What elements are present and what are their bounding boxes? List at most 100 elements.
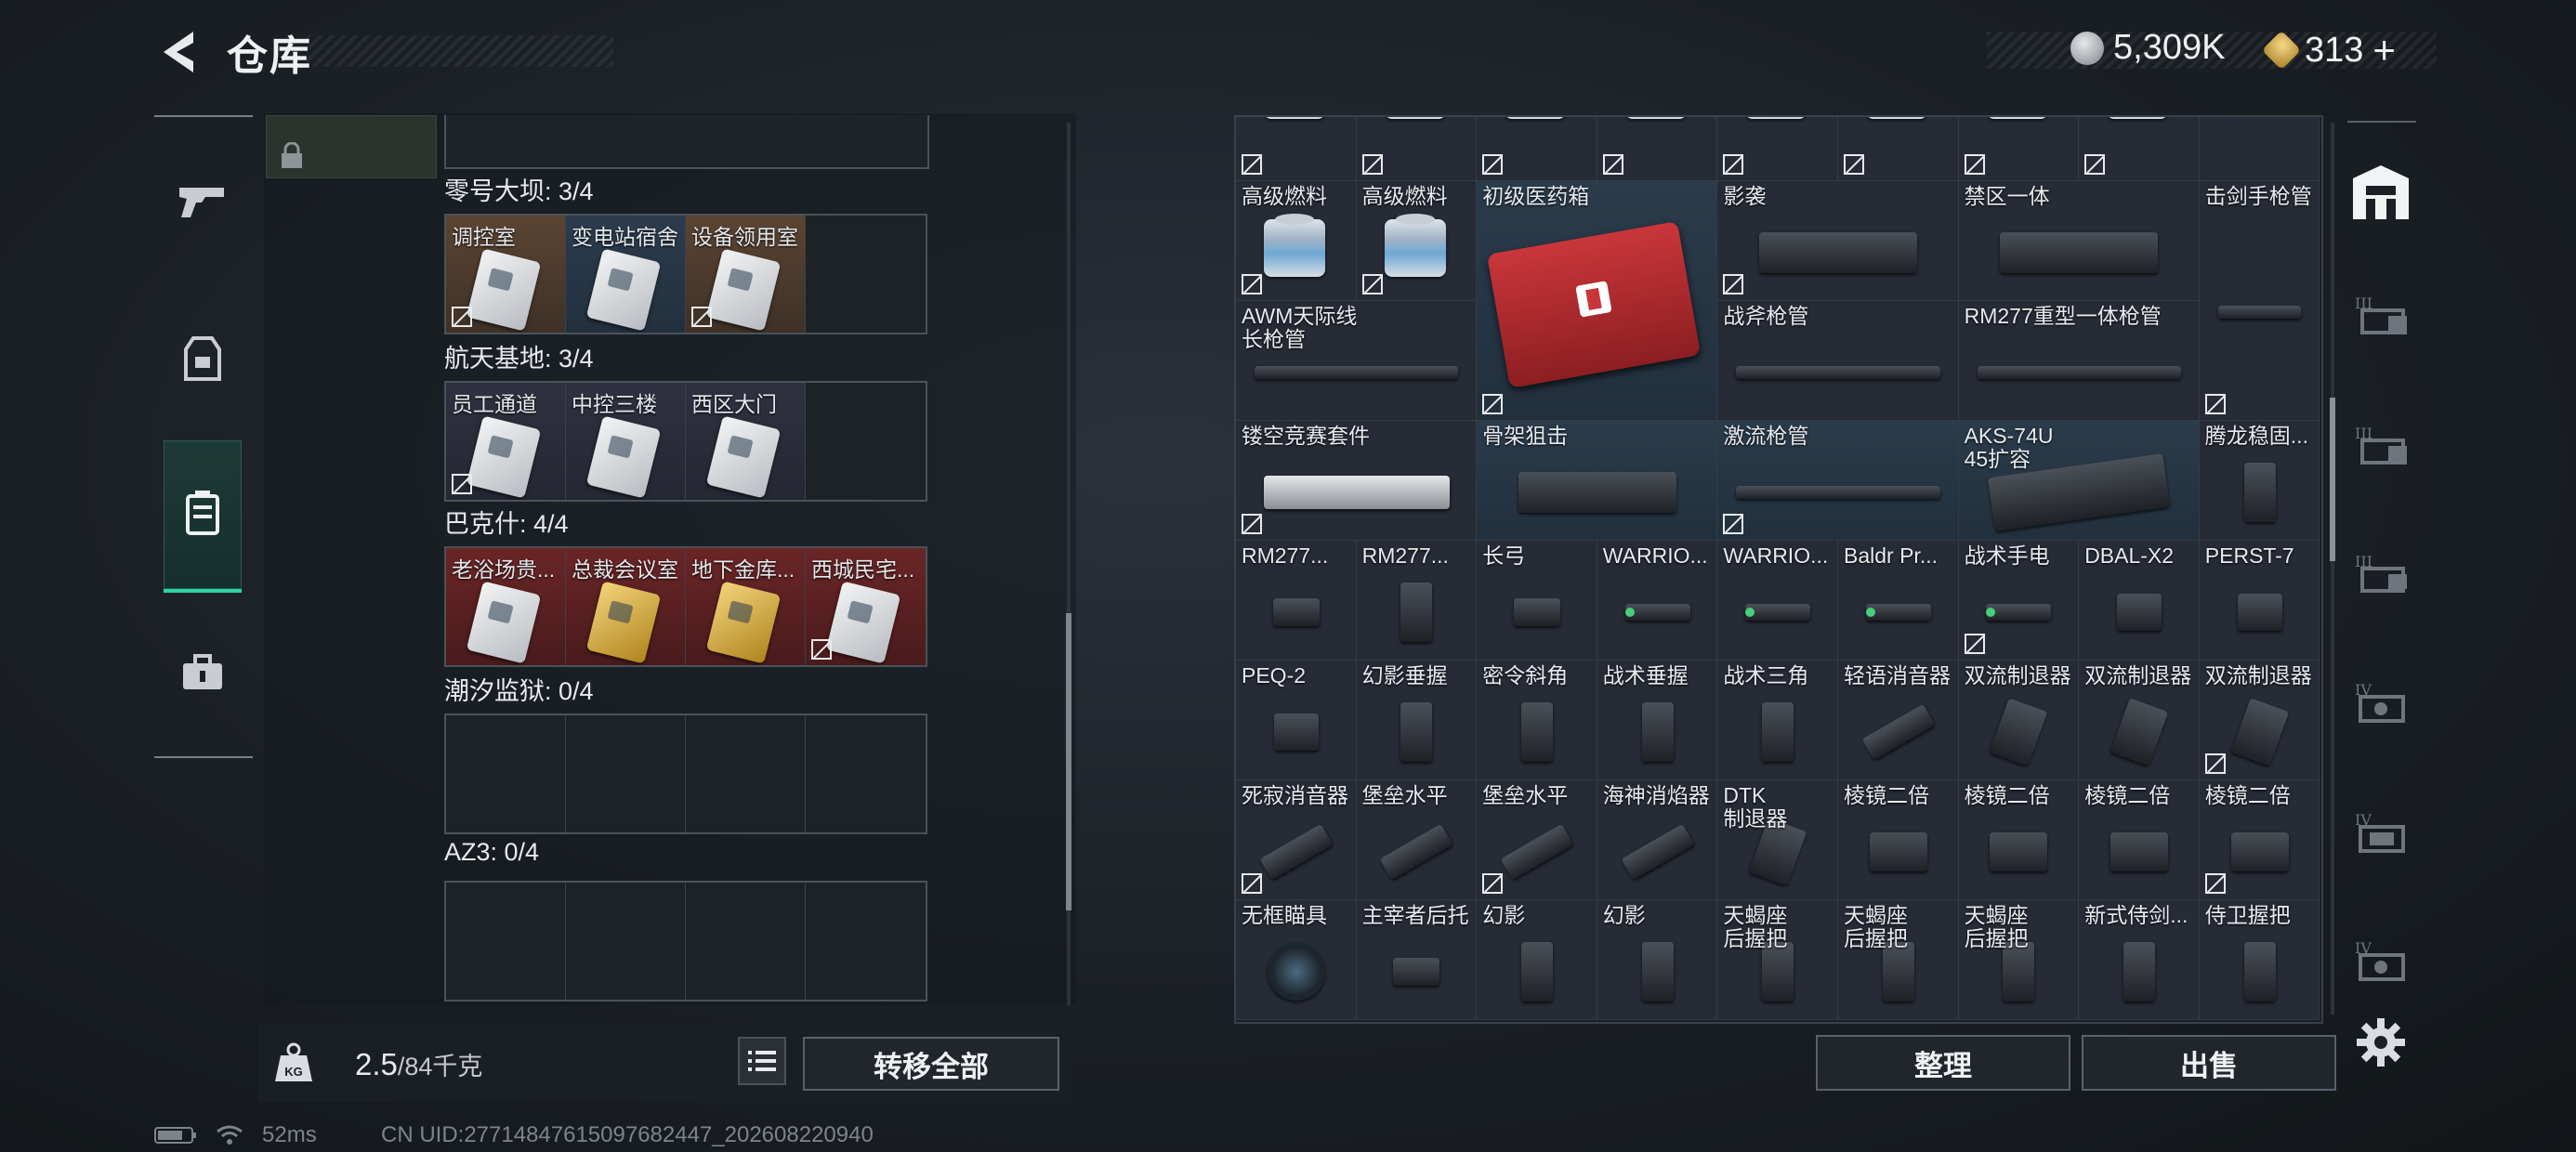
stash-slot[interactable] (1838, 117, 1959, 181)
stash-item[interactable]: RM277重型一体枪管 (1958, 301, 2200, 421)
stash-item[interactable]: 天蝎座 后握把 (1838, 900, 1959, 1020)
safe-box-tier-4c-icon[interactable]: IV (2347, 923, 2416, 998)
stash-item[interactable]: PERST-7 (2199, 541, 2320, 661)
stash-slot[interactable] (1958, 117, 2080, 181)
empty-slot[interactable] (806, 883, 926, 1000)
safe-box-tier-4b-icon[interactable]: IV (2347, 795, 2416, 870)
empty-slot[interactable] (446, 883, 566, 1000)
stash-item[interactable]: 幻影垂握 (1356, 661, 1478, 780)
stash-slot[interactable] (1236, 117, 1357, 181)
stash-item[interactable]: 击剑手枪管 (2199, 181, 2320, 421)
stash-item[interactable]: DTK 制退器 (1717, 780, 1838, 900)
stash-item[interactable]: 密令斜角 (1477, 661, 1597, 780)
stash-item[interactable]: 无框瞄具 (1236, 900, 1357, 1020)
stash-slot[interactable] (1356, 117, 1478, 181)
stash-item[interactable]: 天蝎座 后握把 (1717, 900, 1838, 1020)
ticket-balance[interactable]: 313 + (2261, 28, 2396, 72)
stash-item[interactable]: 棱镜二倍 (2079, 780, 2200, 900)
stash-item[interactable]: 影袭 (1717, 181, 1959, 301)
stash-item[interactable]: RM277... (1356, 541, 1478, 661)
keycard-slot[interactable]: 变电站宿舍 (566, 216, 686, 333)
back-arrow-icon[interactable] (156, 28, 201, 76)
stash-item[interactable]: 高级燃料 (1236, 181, 1357, 301)
stash-item[interactable]: 棱镜二倍 (1838, 780, 1959, 900)
empty-slot[interactable] (686, 883, 806, 1000)
add-ticket-button[interactable]: + (2372, 28, 2396, 72)
stash-slot[interactable] (1477, 117, 1597, 181)
stash-item[interactable]: 高级燃料 (1356, 181, 1478, 301)
stash-item[interactable]: 禁区一体 (1958, 181, 2200, 301)
stash-item[interactable]: 双流制退器 (2079, 661, 2200, 780)
empty-slot[interactable] (446, 715, 566, 832)
sidebar-tab-keys[interactable] (165, 476, 240, 550)
stash-slot[interactable] (1597, 117, 1718, 181)
stash-item[interactable]: 天蝎座 后握把 (1958, 900, 2080, 1020)
stash-scrollbar-thumb[interactable] (2330, 398, 2335, 561)
stash-slot[interactable] (2079, 117, 2200, 181)
stash-item[interactable]: 新式侍剑... (2079, 900, 2200, 1020)
list-view-button[interactable] (738, 1037, 786, 1085)
stash-item[interactable]: 骨架狙击 (1477, 421, 1718, 541)
keycard-slot[interactable]: 地下金库... (686, 548, 806, 665)
stash-item[interactable]: WARRIO... (1717, 541, 1838, 661)
stash-item[interactable]: 堡垒水平 (1356, 780, 1478, 900)
stash-scrollbar-track[interactable] (2331, 123, 2334, 1015)
keycard-slot[interactable]: 调控室 (446, 216, 566, 333)
stash-slot[interactable] (1717, 117, 1838, 181)
sidebar-tab-equipment[interactable] (165, 321, 240, 396)
stash-item[interactable]: 棱镜二倍 (2199, 780, 2320, 900)
sidebar-tab-weapons[interactable] (165, 164, 240, 238)
transfer-all-button[interactable]: 转移全部 (803, 1037, 1059, 1091)
keycard-slot[interactable]: 总裁会议室 (566, 548, 686, 665)
stash-item[interactable]: 幻影 (1597, 900, 1718, 1020)
stash-slot[interactable] (2199, 117, 2320, 181)
stash-item[interactable]: WARRIO... (1597, 541, 1718, 661)
keycard-slot[interactable]: 老浴场贵... (446, 548, 566, 665)
safe-box-tier-3b-icon[interactable]: III (2347, 409, 2416, 483)
empty-slot[interactable] (806, 715, 926, 832)
stash-item[interactable]: 双流制退器 (2199, 661, 2320, 780)
keycard-slot[interactable]: 西城民宅... (806, 548, 926, 665)
stash-item[interactable]: 战术手电 (1958, 541, 2080, 661)
stash-item[interactable]: 镂空竞赛套件 (1236, 421, 1478, 541)
keycard-slot[interactable]: 中控三楼 (566, 383, 686, 500)
sidebar-tab-medical[interactable] (165, 635, 240, 710)
locked-slot[interactable] (266, 115, 437, 178)
gear-icon[interactable] (2355, 1016, 2407, 1068)
empty-slot[interactable] (686, 715, 806, 832)
stash-item[interactable]: 主宰者后托 (1356, 900, 1478, 1020)
stash-item[interactable]: 轻语消音器 (1838, 661, 1959, 780)
stash-item[interactable]: 战术三角 (1717, 661, 1838, 780)
stash-item[interactable]: 激流枪管 (1717, 421, 1959, 541)
stash-item[interactable]: 棱镜二倍 (1958, 780, 2080, 900)
stash-item[interactable]: 死寂消音器 (1236, 780, 1357, 900)
stash-item[interactable]: RM277... (1236, 541, 1357, 661)
stash-item[interactable]: AWM天际线 长枪管 (1236, 301, 1478, 421)
safe-box-tier-4-icon[interactable]: IV (2347, 665, 2416, 740)
stash-item[interactable]: AKS-74U 45扩容 (1958, 421, 2200, 541)
keycard-slot[interactable]: 员工通道 (446, 383, 566, 500)
sell-button[interactable]: 出售 (2082, 1035, 2336, 1091)
stash-item[interactable]: 堡垒水平 (1477, 780, 1597, 900)
stash-item[interactable]: 侍卫握把 (2199, 900, 2320, 1020)
empty-slot[interactable] (806, 383, 926, 500)
stash-item[interactable]: 初级医药箱 (1477, 181, 1718, 421)
keycard-slot[interactable]: 西区大门 (686, 383, 806, 500)
safe-box-tier-3-icon[interactable]: III (2347, 279, 2416, 353)
empty-slot[interactable] (806, 216, 926, 333)
sort-button[interactable]: 整理 (1816, 1035, 2070, 1091)
left-scrollbar-thumb[interactable] (1066, 613, 1071, 910)
coin-balance[interactable]: 5,309K (2070, 28, 2225, 68)
stash-item[interactable]: 双流制退器 (1958, 661, 2080, 780)
stash-item[interactable]: 海神消焰器 (1597, 780, 1718, 900)
empty-slot[interactable] (566, 883, 686, 1000)
stash-item[interactable]: 战术垂握 (1597, 661, 1718, 780)
home-base-icon[interactable] (2346, 158, 2416, 229)
stash-item[interactable]: Baldr Pr... (1838, 541, 1959, 661)
safe-box-tier-3c-icon[interactable]: III (2347, 537, 2416, 611)
stash-item[interactable]: 幻影 (1477, 900, 1597, 1020)
keycard-slot[interactable]: 设备领用室 (686, 216, 806, 333)
stash-item[interactable]: 长弓 (1477, 541, 1597, 661)
stash-item[interactable]: DBAL-X2 (2079, 541, 2200, 661)
empty-slot[interactable] (566, 715, 686, 832)
